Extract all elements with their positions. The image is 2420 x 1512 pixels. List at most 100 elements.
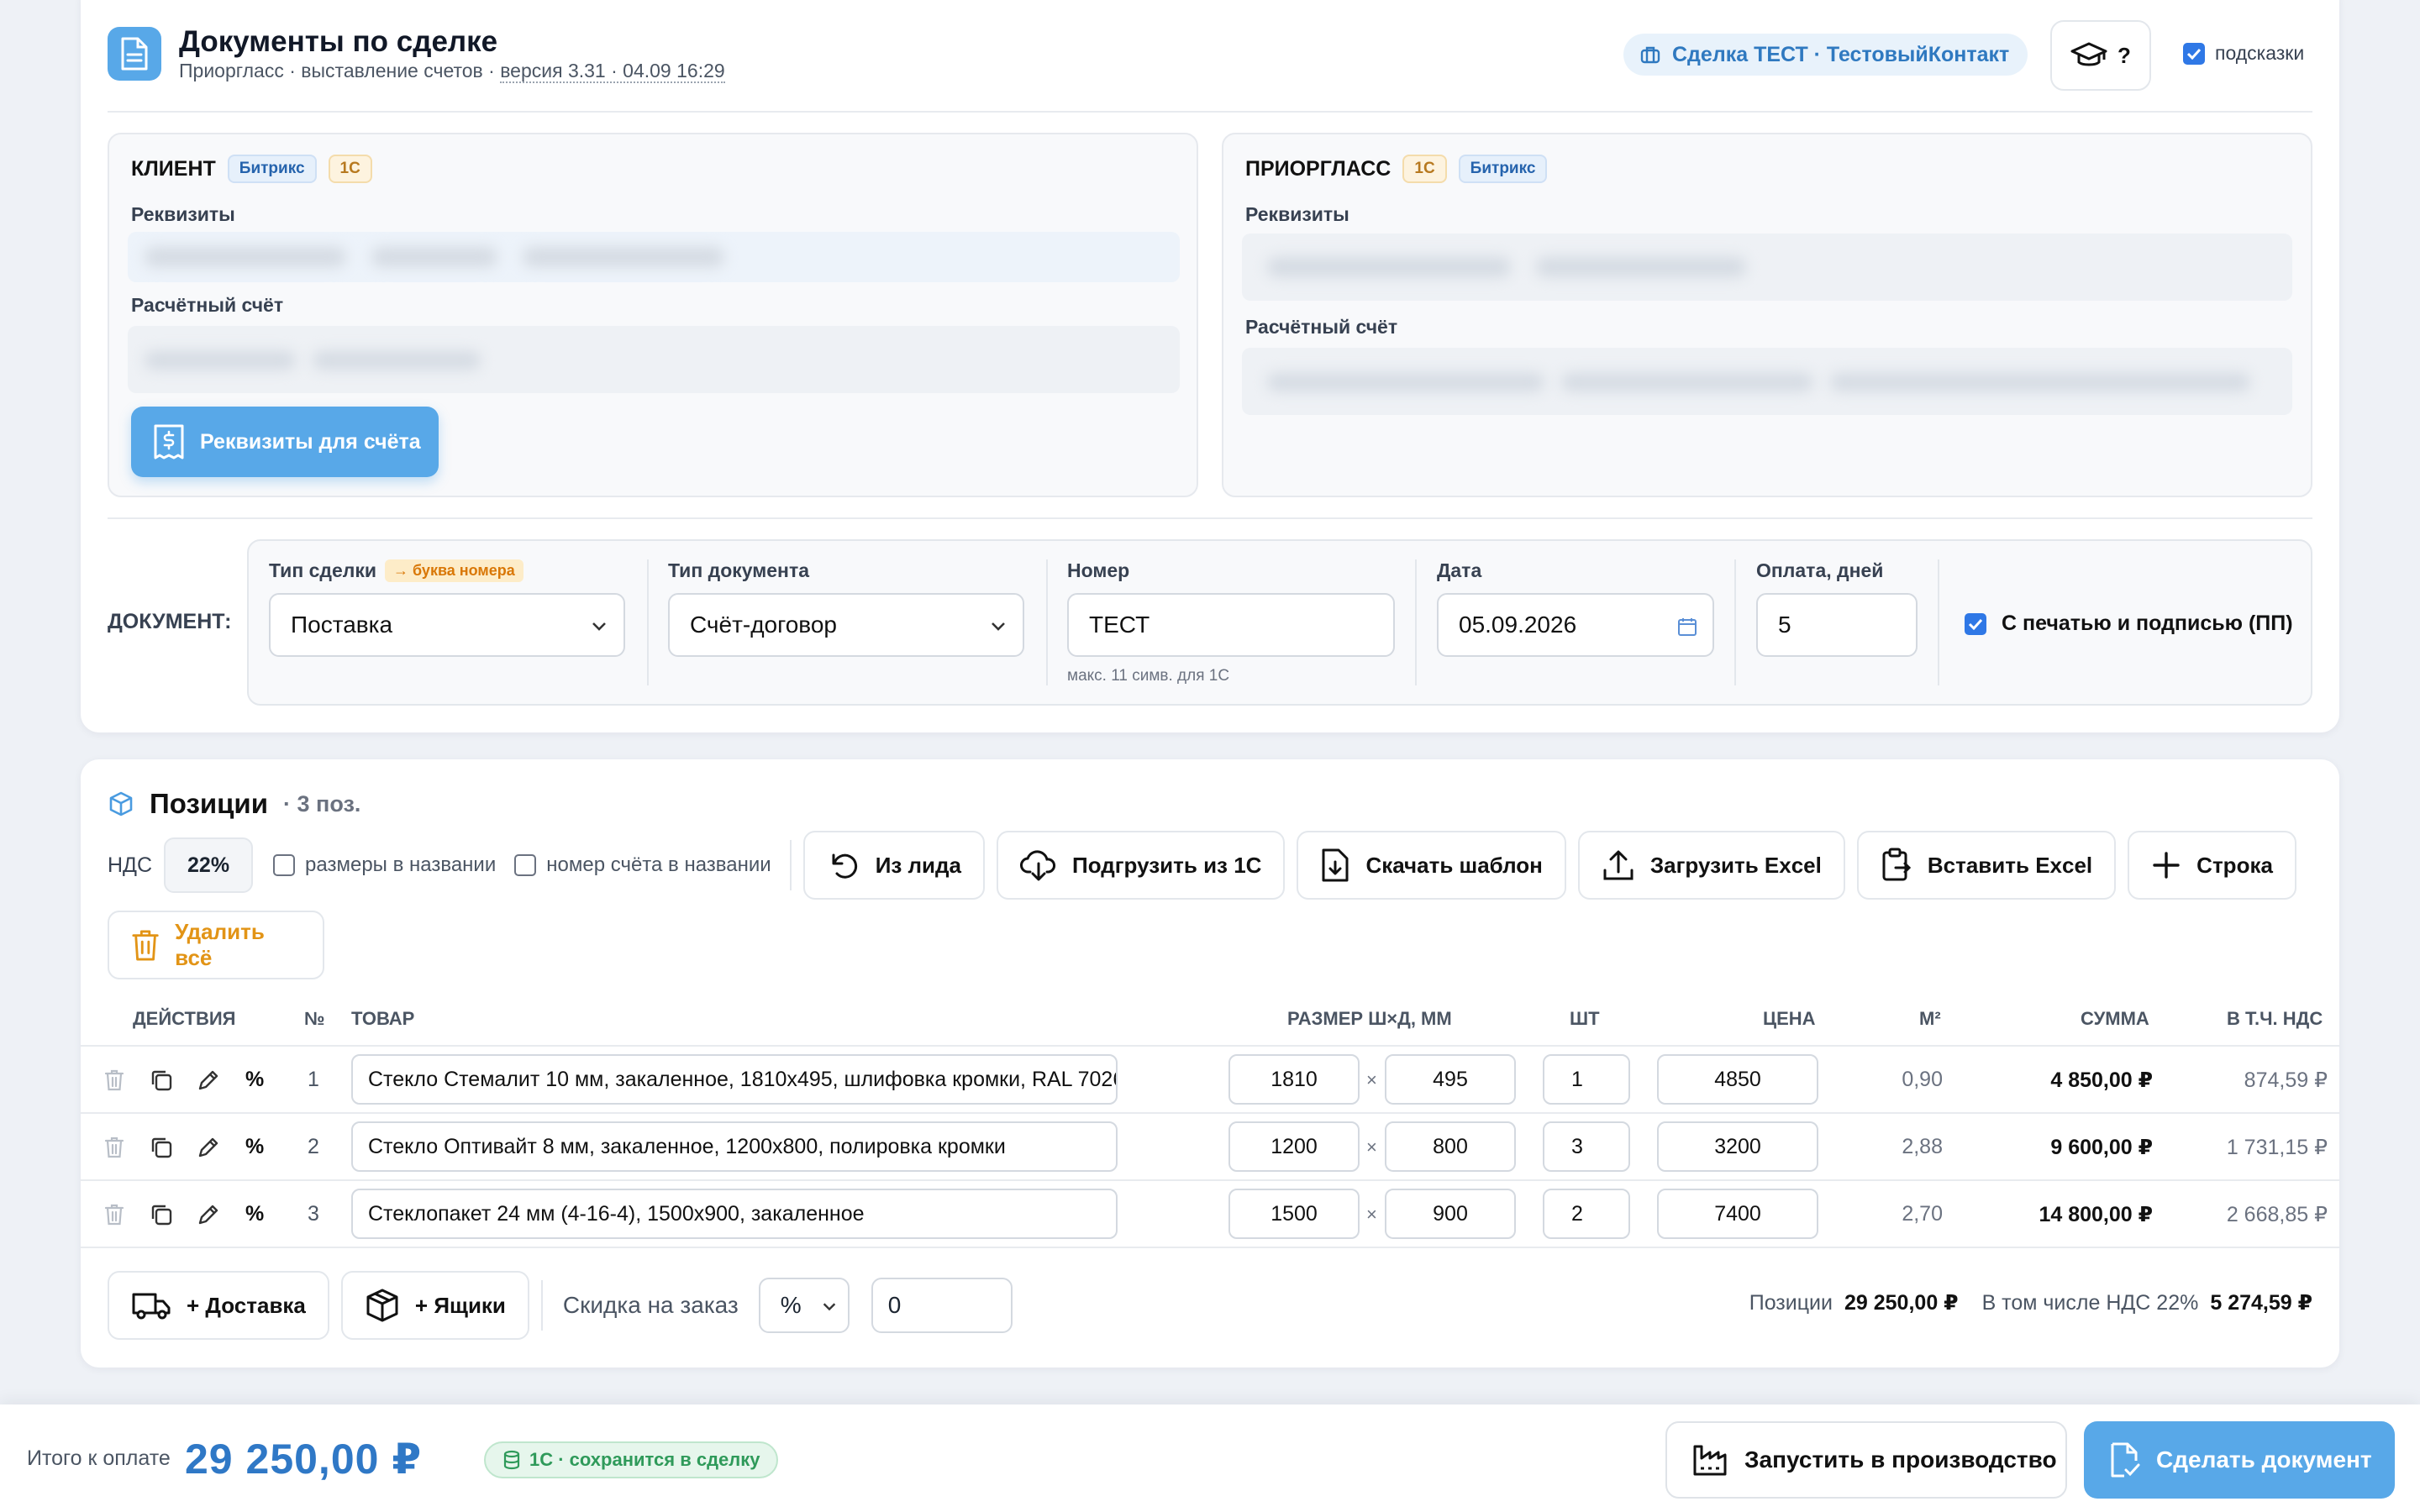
positions-count: · 3 поз. <box>283 790 361 816</box>
receipt-dollar-icon <box>154 424 184 459</box>
add-delivery-button[interactable]: + Доставка <box>108 1271 329 1340</box>
invoice-in-name-checkbox[interactable] <box>514 854 537 876</box>
total-positions-value: 29 250,00 ₽ <box>1844 1291 1959 1315</box>
calendar-icon[interactable] <box>1677 617 1697 637</box>
bitrix-tag: Битрикс <box>227 155 317 183</box>
trash-icon[interactable] <box>104 1136 124 1159</box>
invoice-in-name-toggle[interactable]: номер счёта в названии <box>514 853 771 877</box>
load-1c-button[interactable]: Подгрузить из 1С <box>997 831 1286 900</box>
company-account-field[interactable] <box>1242 348 2292 415</box>
separator <box>1046 559 1048 685</box>
qty-input[interactable]: 2 <box>1543 1189 1630 1239</box>
date-value: 05.09.2026 <box>1459 612 1577 638</box>
divider <box>108 111 2312 113</box>
product-name-input[interactable]: Стеклопакет 24 мм (4-16-4), 1500x900, за… <box>351 1189 1118 1239</box>
separator <box>1415 559 1417 685</box>
deal-type-select[interactable]: Поставка <box>269 593 625 657</box>
company-account-label: Расчётный счёт <box>1245 316 1398 338</box>
make-document-label: Сделать документ <box>2156 1446 2372 1473</box>
product-name-input[interactable]: Стекло Стемалит 10 мм, закаленное, 1810x… <box>351 1054 1118 1105</box>
width-input[interactable]: 1500 <box>1228 1189 1360 1239</box>
payment-days-input[interactable]: 5 <box>1756 593 1918 657</box>
deal-pill-label: Сделка ТЕСТ · ТестовыйКонтакт <box>1672 42 2010 66</box>
add-boxes-button[interactable]: + Ящики <box>340 1271 529 1340</box>
trash-icon[interactable] <box>104 1203 124 1226</box>
trash-icon[interactable] <box>104 1068 124 1092</box>
hints-toggle[interactable]: подсказки <box>2183 42 2304 65</box>
positions-toolbar: НДС 22% размеры в названии номер счёта в… <box>108 831 2308 900</box>
client-requisites-field[interactable] <box>128 232 1180 282</box>
row-discount-button[interactable]: % <box>245 1202 264 1226</box>
download-template-button[interactable]: Скачать шаблон <box>1297 831 1566 900</box>
copy-icon[interactable] <box>150 1203 173 1226</box>
upload-icon <box>1603 850 1634 880</box>
1c-tag: 1С <box>1402 155 1447 183</box>
qty-input[interactable]: 3 <box>1543 1121 1630 1172</box>
page-title: Документы по сделке <box>179 25 498 58</box>
tutorial-help-button[interactable]: ? <box>2050 20 2151 91</box>
file-check-icon <box>2111 1442 2140 1478</box>
number-input[interactable]: ТЕСТ <box>1067 593 1395 657</box>
row-vat: 2 668,85 ₽ <box>2226 1203 2328 1226</box>
company-requisites-field[interactable] <box>1242 234 2292 301</box>
row-discount-button[interactable]: % <box>245 1135 264 1159</box>
discount-type-select[interactable]: % <box>758 1278 850 1333</box>
height-input[interactable]: 495 <box>1385 1054 1516 1105</box>
make-document-button[interactable]: Сделать документ <box>2084 1421 2395 1499</box>
separator <box>789 840 792 890</box>
width-input[interactable]: 1810 <box>1228 1054 1360 1105</box>
paste-excel-button[interactable]: Вставить Excel <box>1856 831 2117 900</box>
from-lead-button[interactable]: Из лида <box>802 831 985 900</box>
sizes-in-name-checkbox[interactable] <box>273 854 296 876</box>
height-input[interactable]: 800 <box>1385 1121 1516 1172</box>
invoice-in-name-label: номер счёта в названии <box>546 853 771 876</box>
col-number: № <box>304 1008 325 1029</box>
width-input[interactable]: 1200 <box>1228 1121 1360 1172</box>
hints-label: подсказки <box>2215 42 2305 64</box>
height-input[interactable]: 900 <box>1385 1189 1516 1239</box>
upload-excel-button[interactable]: Загрузить Excel <box>1577 831 1845 900</box>
invoice-requisites-button[interactable]: Реквизиты для счёта <box>131 407 439 477</box>
discount-input[interactable]: 0 <box>871 1278 1013 1333</box>
sizes-in-name-toggle[interactable]: размеры в названии <box>273 853 496 877</box>
copy-icon[interactable] <box>150 1068 173 1092</box>
qty-input[interactable]: 1 <box>1543 1054 1630 1105</box>
divider <box>108 517 2312 519</box>
date-input[interactable]: 05.09.2026 <box>1437 593 1714 657</box>
deal-type-label: Тип сделки → буква номера <box>269 559 523 582</box>
briefcase-icon <box>1640 46 1660 64</box>
vat-input[interactable]: 22% <box>164 837 254 893</box>
company-header: ПРИОРГЛАСС 1С Битрикс <box>1245 155 1548 183</box>
pencil-icon[interactable] <box>197 1203 220 1226</box>
doc-type-select[interactable]: Счёт-договор <box>668 593 1024 657</box>
pencil-icon[interactable] <box>197 1068 220 1092</box>
col-m2: М² <box>1919 1008 1941 1029</box>
product-name-input[interactable]: Стекло Оптивайт 8 мм, закаленное, 1200x8… <box>351 1121 1118 1172</box>
total-to-pay-value: 29 250,00 ₽ <box>185 1436 423 1483</box>
deal-type-label-text: Тип сделки <box>269 559 377 581</box>
price-input[interactable]: 3200 <box>1657 1121 1818 1172</box>
start-production-button[interactable]: Запустить в производство <box>1665 1421 2067 1499</box>
total-to-pay-label: Итого к оплате <box>27 1446 171 1470</box>
sizes-in-name-label: размеры в названии <box>305 853 497 876</box>
hints-checkbox[interactable] <box>2183 42 2205 65</box>
price-input[interactable]: 4850 <box>1657 1054 1818 1105</box>
area-m2: 2,88 <box>1902 1135 1943 1158</box>
row-number: 1 <box>308 1068 319 1091</box>
plus-icon <box>2153 852 2180 879</box>
delete-all-button[interactable]: Удалить всё <box>108 911 324 979</box>
deal-pill[interactable]: Сделка ТЕСТ · ТестовыйКонтакт <box>1623 34 2028 76</box>
row-discount-button[interactable]: % <box>245 1068 264 1092</box>
client-account-field[interactable] <box>128 326 1180 393</box>
stamp-signature-toggle[interactable]: С печатью и подписью (ПП) <box>1965 612 2293 636</box>
copy-icon[interactable] <box>150 1136 173 1159</box>
price-input[interactable]: 7400 <box>1657 1189 1818 1239</box>
download-template-label: Скачать шаблон <box>1365 852 1543 878</box>
divider <box>81 1247 2339 1248</box>
version-link[interactable]: версия 3.31 · 04.09 16:29 <box>500 60 725 83</box>
stamp-checkbox[interactable] <box>1965 612 1986 635</box>
pencil-icon[interactable] <box>197 1136 220 1159</box>
positions-title: Позиции <box>150 788 268 819</box>
add-row-button[interactable]: Строка <box>2128 831 2296 900</box>
delete-all-label: Удалить всё <box>175 919 265 970</box>
